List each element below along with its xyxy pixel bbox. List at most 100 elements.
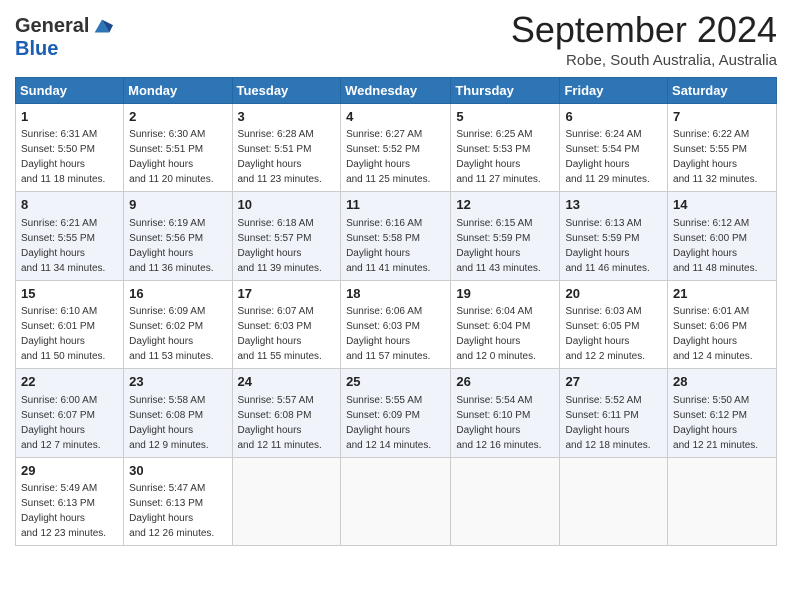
title-block: September 2024 Robe, South Australia, Au… <box>511 10 777 69</box>
table-row: 25 Sunrise: 5:55 AMSunset: 6:09 PMDaylig… <box>341 369 451 458</box>
day-info: Sunrise: 6:21 AMSunset: 5:55 PMDaylight … <box>21 218 105 274</box>
table-row: 4 Sunrise: 6:27 AMSunset: 5:52 PMDayligh… <box>341 103 451 192</box>
day-number: 4 <box>346 108 445 126</box>
day-info: Sunrise: 6:28 AMSunset: 5:51 PMDaylight … <box>238 129 322 185</box>
calendar-week-row: 15 Sunrise: 6:10 AMSunset: 6:01 PMDaylig… <box>16 280 777 369</box>
table-row: 17 Sunrise: 6:07 AMSunset: 6:03 PMDaylig… <box>232 280 341 369</box>
day-number: 27 <box>565 373 662 391</box>
calendar-week-row: 29 Sunrise: 5:49 AMSunset: 6:13 PMDaylig… <box>16 457 777 546</box>
day-info: Sunrise: 6:18 AMSunset: 5:57 PMDaylight … <box>238 218 322 274</box>
day-number: 30 <box>129 462 226 480</box>
calendar-header-row: Sunday Monday Tuesday Wednesday Thursday… <box>16 77 777 103</box>
day-number: 26 <box>456 373 554 391</box>
day-info: Sunrise: 5:52 AMSunset: 6:11 PMDaylight … <box>565 395 650 451</box>
logo-blue-text: Blue <box>15 38 58 61</box>
table-row: 1 Sunrise: 6:31 AMSunset: 5:50 PMDayligh… <box>16 103 124 192</box>
table-row: 16 Sunrise: 6:09 AMSunset: 6:02 PMDaylig… <box>124 280 232 369</box>
day-info: Sunrise: 6:22 AMSunset: 5:55 PMDaylight … <box>673 129 757 185</box>
table-row: 5 Sunrise: 6:25 AMSunset: 5:53 PMDayligh… <box>451 103 560 192</box>
table-row: 12 Sunrise: 6:15 AMSunset: 5:59 PMDaylig… <box>451 192 560 281</box>
col-tuesday: Tuesday <box>232 77 341 103</box>
day-info: Sunrise: 6:04 AMSunset: 6:04 PMDaylight … <box>456 306 536 362</box>
day-number: 21 <box>673 285 771 303</box>
day-number: 24 <box>238 373 336 391</box>
day-info: Sunrise: 6:03 AMSunset: 6:05 PMDaylight … <box>565 306 645 362</box>
calendar-week-row: 1 Sunrise: 6:31 AMSunset: 5:50 PMDayligh… <box>16 103 777 192</box>
table-row: 24 Sunrise: 5:57 AMSunset: 6:08 PMDaylig… <box>232 369 341 458</box>
day-number: 8 <box>21 196 118 214</box>
col-thursday: Thursday <box>451 77 560 103</box>
logo-general-text: General <box>15 15 89 38</box>
table-row: 27 Sunrise: 5:52 AMSunset: 6:11 PMDaylig… <box>560 369 668 458</box>
day-info: Sunrise: 6:09 AMSunset: 6:02 PMDaylight … <box>129 306 213 362</box>
day-number: 14 <box>673 196 771 214</box>
table-row: 26 Sunrise: 5:54 AMSunset: 6:10 PMDaylig… <box>451 369 560 458</box>
table-row: 21 Sunrise: 6:01 AMSunset: 6:06 PMDaylig… <box>668 280 777 369</box>
day-number: 1 <box>21 108 118 126</box>
col-saturday: Saturday <box>668 77 777 103</box>
day-info: Sunrise: 6:13 AMSunset: 5:59 PMDaylight … <box>565 218 649 274</box>
logo: General Blue <box>15 10 113 61</box>
table-row <box>560 457 668 546</box>
table-row: 6 Sunrise: 6:24 AMSunset: 5:54 PMDayligh… <box>560 103 668 192</box>
day-number: 3 <box>238 108 336 126</box>
day-info: Sunrise: 6:06 AMSunset: 6:03 PMDaylight … <box>346 306 430 362</box>
day-info: Sunrise: 6:16 AMSunset: 5:58 PMDaylight … <box>346 218 430 274</box>
table-row: 14 Sunrise: 6:12 AMSunset: 6:00 PMDaylig… <box>668 192 777 281</box>
table-row: 22 Sunrise: 6:00 AMSunset: 6:07 PMDaylig… <box>16 369 124 458</box>
day-number: 18 <box>346 285 445 303</box>
day-info: Sunrise: 5:55 AMSunset: 6:09 PMDaylight … <box>346 395 431 451</box>
day-number: 6 <box>565 108 662 126</box>
day-info: Sunrise: 5:50 AMSunset: 6:12 PMDaylight … <box>673 395 758 451</box>
day-number: 22 <box>21 373 118 391</box>
day-info: Sunrise: 5:54 AMSunset: 6:10 PMDaylight … <box>456 395 541 451</box>
table-row: 30 Sunrise: 5:47 AMSunset: 6:13 PMDaylig… <box>124 457 232 546</box>
day-info: Sunrise: 5:49 AMSunset: 6:13 PMDaylight … <box>21 483 106 539</box>
calendar-table: Sunday Monday Tuesday Wednesday Thursday… <box>15 77 777 547</box>
col-monday: Monday <box>124 77 232 103</box>
table-row: 10 Sunrise: 6:18 AMSunset: 5:57 PMDaylig… <box>232 192 341 281</box>
day-number: 13 <box>565 196 662 214</box>
table-row <box>232 457 341 546</box>
table-row: 9 Sunrise: 6:19 AMSunset: 5:56 PMDayligh… <box>124 192 232 281</box>
day-number: 25 <box>346 373 445 391</box>
day-number: 19 <box>456 285 554 303</box>
day-info: Sunrise: 6:30 AMSunset: 5:51 PMDaylight … <box>129 129 213 185</box>
table-row <box>341 457 451 546</box>
calendar-week-row: 22 Sunrise: 6:00 AMSunset: 6:07 PMDaylig… <box>16 369 777 458</box>
day-info: Sunrise: 6:31 AMSunset: 5:50 PMDaylight … <box>21 129 105 185</box>
day-info: Sunrise: 5:47 AMSunset: 6:13 PMDaylight … <box>129 483 214 539</box>
logo-icon <box>91 16 113 38</box>
day-number: 17 <box>238 285 336 303</box>
table-row: 2 Sunrise: 6:30 AMSunset: 5:51 PMDayligh… <box>124 103 232 192</box>
day-number: 15 <box>21 285 118 303</box>
day-info: Sunrise: 5:58 AMSunset: 6:08 PMDaylight … <box>129 395 209 451</box>
day-info: Sunrise: 5:57 AMSunset: 6:08 PMDaylight … <box>238 395 322 451</box>
table-row: 8 Sunrise: 6:21 AMSunset: 5:55 PMDayligh… <box>16 192 124 281</box>
day-number: 29 <box>21 462 118 480</box>
day-info: Sunrise: 6:27 AMSunset: 5:52 PMDaylight … <box>346 129 430 185</box>
day-number: 12 <box>456 196 554 214</box>
location-title: Robe, South Australia, Australia <box>511 52 777 69</box>
day-number: 20 <box>565 285 662 303</box>
day-info: Sunrise: 6:10 AMSunset: 6:01 PMDaylight … <box>21 306 105 362</box>
table-row <box>668 457 777 546</box>
col-friday: Friday <box>560 77 668 103</box>
table-row: 18 Sunrise: 6:06 AMSunset: 6:03 PMDaylig… <box>341 280 451 369</box>
col-sunday: Sunday <box>16 77 124 103</box>
day-number: 2 <box>129 108 226 126</box>
table-row: 23 Sunrise: 5:58 AMSunset: 6:08 PMDaylig… <box>124 369 232 458</box>
day-info: Sunrise: 6:12 AMSunset: 6:00 PMDaylight … <box>673 218 757 274</box>
table-row: 29 Sunrise: 5:49 AMSunset: 6:13 PMDaylig… <box>16 457 124 546</box>
table-row: 28 Sunrise: 5:50 AMSunset: 6:12 PMDaylig… <box>668 369 777 458</box>
day-info: Sunrise: 6:24 AMSunset: 5:54 PMDaylight … <box>565 129 649 185</box>
table-row: 7 Sunrise: 6:22 AMSunset: 5:55 PMDayligh… <box>668 103 777 192</box>
table-row <box>451 457 560 546</box>
table-row: 19 Sunrise: 6:04 AMSunset: 6:04 PMDaylig… <box>451 280 560 369</box>
header: General Blue September 2024 Robe, South … <box>15 10 777 69</box>
day-number: 28 <box>673 373 771 391</box>
table-row: 20 Sunrise: 6:03 AMSunset: 6:05 PMDaylig… <box>560 280 668 369</box>
table-row: 13 Sunrise: 6:13 AMSunset: 5:59 PMDaylig… <box>560 192 668 281</box>
table-row: 15 Sunrise: 6:10 AMSunset: 6:01 PMDaylig… <box>16 280 124 369</box>
month-title: September 2024 <box>511 10 777 50</box>
